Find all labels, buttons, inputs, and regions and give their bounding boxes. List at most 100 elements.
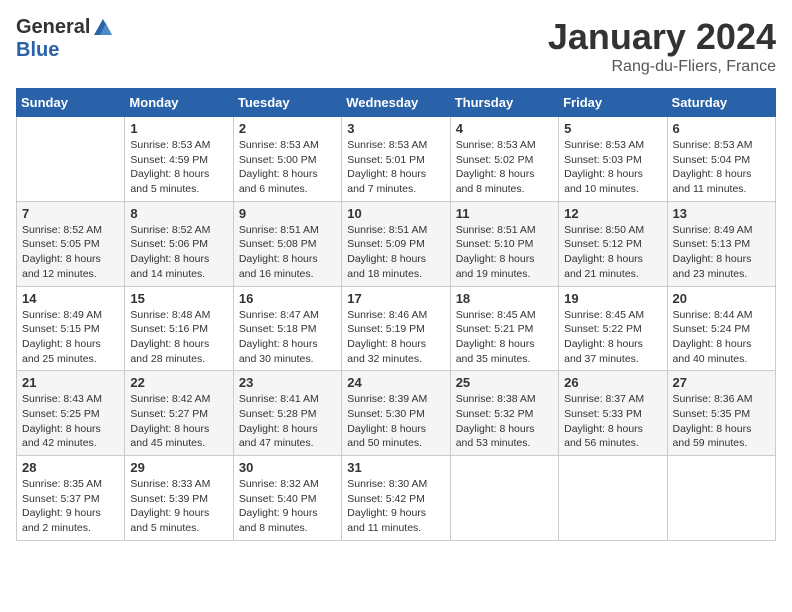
day-info: Sunrise: 8:42 AM Sunset: 5:27 PM Dayligh… [130,392,227,451]
day-info: Sunrise: 8:53 AM Sunset: 5:04 PM Dayligh… [673,138,770,197]
day-number: 20 [673,291,770,306]
day-number: 4 [456,121,553,136]
day-number: 25 [456,375,553,390]
day-of-week-header: Saturday [667,89,775,117]
day-info: Sunrise: 8:53 AM Sunset: 5:01 PM Dayligh… [347,138,444,197]
day-number: 15 [130,291,227,306]
calendar-cell: 6 Sunrise: 8:53 AM Sunset: 5:04 PM Daylig… [667,117,775,202]
day-info: Sunrise: 8:39 AM Sunset: 5:30 PM Dayligh… [347,392,444,451]
calendar-cell: 16 Sunrise: 8:47 AM Sunset: 5:18 PM Dayli… [233,286,341,371]
calendar-cell: 30Sunrise: 8:32 AM Sunset: 5:40 PM Dayli… [233,456,341,541]
calendar-cell: 10 Sunrise: 8:51 AM Sunset: 5:09 PM Dayli… [342,201,450,286]
day-info: Sunrise: 8:33 AM Sunset: 5:39 PM Dayligh… [130,477,227,536]
calendar-cell [450,456,558,541]
day-number: 13 [673,206,770,221]
day-number: 5 [564,121,661,136]
title-area: January 2024 Rang-du-Fliers, France [548,16,776,76]
calendar-cell: 26Sunrise: 8:37 AM Sunset: 5:33 PM Dayli… [559,371,667,456]
day-number: 28 [22,460,119,475]
day-info: Sunrise: 8:30 AM Sunset: 5:42 PM Dayligh… [347,477,444,536]
day-info: Sunrise: 8:43 AM Sunset: 5:25 PM Dayligh… [22,392,119,451]
day-number: 18 [456,291,553,306]
calendar-week-row: 14 Sunrise: 8:49 AM Sunset: 5:15 PM Dayli… [17,286,776,371]
calendar-cell: 3Sunrise: 8:53 AM Sunset: 5:01 PM Daylig… [342,117,450,202]
day-info: Sunrise: 8:38 AM Sunset: 5:32 PM Dayligh… [456,392,553,451]
calendar-cell [667,456,775,541]
day-number: 2 [239,121,336,136]
logo-blue-text: Blue [16,39,59,62]
page-header: General Blue January 2024 Rang-du-Fliers… [16,16,776,76]
day-info: Sunrise: 8:45 AM Sunset: 5:22 PM Dayligh… [564,308,661,367]
day-info: Sunrise: 8:53 AM Sunset: 5:02 PM Dayligh… [456,138,553,197]
day-info: Sunrise: 8:47 AM Sunset: 5:18 PM Dayligh… [239,308,336,367]
day-number: 31 [347,460,444,475]
logo: General Blue [16,16,114,62]
calendar-header-row: SundayMondayTuesdayWednesdayThursdayFrid… [17,89,776,117]
day-info: Sunrise: 8:49 AM Sunset: 5:13 PM Dayligh… [673,223,770,282]
day-number: 7 [22,206,119,221]
day-info: Sunrise: 8:51 AM Sunset: 5:08 PM Dayligh… [239,223,336,282]
day-info: Sunrise: 8:44 AM Sunset: 5:24 PM Dayligh… [673,308,770,367]
day-info: Sunrise: 8:51 AM Sunset: 5:10 PM Dayligh… [456,223,553,282]
calendar-week-row: 7 Sunrise: 8:52 AM Sunset: 5:05 PM Daylig… [17,201,776,286]
calendar-cell: 23Sunrise: 8:41 AM Sunset: 5:28 PM Dayli… [233,371,341,456]
day-number: 10 [347,206,444,221]
day-info: Sunrise: 8:48 AM Sunset: 5:16 PM Dayligh… [130,308,227,367]
day-number: 11 [456,206,553,221]
day-number: 23 [239,375,336,390]
day-number: 26 [564,375,661,390]
day-number: 14 [22,291,119,306]
calendar-cell [559,456,667,541]
calendar-week-row: 1Sunrise: 8:53 AM Sunset: 4:59 PM Daylig… [17,117,776,202]
calendar-cell: 17Sunrise: 8:46 AM Sunset: 5:19 PM Dayli… [342,286,450,371]
day-number: 6 [673,121,770,136]
day-of-week-header: Monday [125,89,233,117]
day-number: 29 [130,460,227,475]
day-number: 17 [347,291,444,306]
day-of-week-header: Thursday [450,89,558,117]
day-info: Sunrise: 8:52 AM Sunset: 5:06 PM Dayligh… [130,223,227,282]
day-of-week-header: Tuesday [233,89,341,117]
calendar-cell: 15 Sunrise: 8:48 AM Sunset: 5:16 PM Dayli… [125,286,233,371]
calendar-cell: 28 Sunrise: 8:35 AM Sunset: 5:37 PM Dayli… [17,456,125,541]
logo-general-text: General [16,16,90,39]
day-number: 27 [673,375,770,390]
calendar-cell: 8 Sunrise: 8:52 AM Sunset: 5:06 PM Daylig… [125,201,233,286]
day-number: 12 [564,206,661,221]
day-number: 21 [22,375,119,390]
day-number: 1 [130,121,227,136]
calendar-week-row: 28 Sunrise: 8:35 AM Sunset: 5:37 PM Dayli… [17,456,776,541]
day-info: Sunrise: 8:35 AM Sunset: 5:37 PM Dayligh… [22,477,119,536]
day-info: Sunrise: 8:52 AM Sunset: 5:05 PM Dayligh… [22,223,119,282]
day-info: Sunrise: 8:53 AM Sunset: 5:00 PM Dayligh… [239,138,336,197]
calendar-cell [17,117,125,202]
day-info: Sunrise: 8:50 AM Sunset: 5:12 PM Dayligh… [564,223,661,282]
day-of-week-header: Wednesday [342,89,450,117]
day-info: Sunrise: 8:32 AM Sunset: 5:40 PM Dayligh… [239,477,336,536]
day-of-week-header: Sunday [17,89,125,117]
calendar-cell: 1Sunrise: 8:53 AM Sunset: 4:59 PM Daylig… [125,117,233,202]
calendar-cell: 5 Sunrise: 8:53 AM Sunset: 5:03 PM Daylig… [559,117,667,202]
calendar-week-row: 21 Sunrise: 8:43 AM Sunset: 5:25 PM Dayli… [17,371,776,456]
calendar-cell: 2 Sunrise: 8:53 AM Sunset: 5:00 PM Daylig… [233,117,341,202]
day-number: 8 [130,206,227,221]
day-number: 16 [239,291,336,306]
day-number: 19 [564,291,661,306]
day-info: Sunrise: 8:49 AM Sunset: 5:15 PM Dayligh… [22,308,119,367]
day-number: 9 [239,206,336,221]
calendar-cell: 25 Sunrise: 8:38 AM Sunset: 5:32 PM Dayli… [450,371,558,456]
calendar-cell: 4 Sunrise: 8:53 AM Sunset: 5:02 PM Daylig… [450,117,558,202]
logo-icon [92,17,114,39]
day-of-week-header: Friday [559,89,667,117]
location-text: Rang-du-Fliers, France [548,58,776,76]
calendar-cell: 21 Sunrise: 8:43 AM Sunset: 5:25 PM Dayli… [17,371,125,456]
day-number: 22 [130,375,227,390]
calendar-cell: 11 Sunrise: 8:51 AM Sunset: 5:10 PM Dayli… [450,201,558,286]
calendar-cell: 22 Sunrise: 8:42 AM Sunset: 5:27 PM Dayli… [125,371,233,456]
calendar-cell: 13 Sunrise: 8:49 AM Sunset: 5:13 PM Dayli… [667,201,775,286]
calendar-cell: 29 Sunrise: 8:33 AM Sunset: 5:39 PM Dayli… [125,456,233,541]
day-info: Sunrise: 8:51 AM Sunset: 5:09 PM Dayligh… [347,223,444,282]
calendar-cell: 20 Sunrise: 8:44 AM Sunset: 5:24 PM Dayli… [667,286,775,371]
calendar-cell: 18Sunrise: 8:45 AM Sunset: 5:21 PM Dayli… [450,286,558,371]
day-info: Sunrise: 8:53 AM Sunset: 5:03 PM Dayligh… [564,138,661,197]
